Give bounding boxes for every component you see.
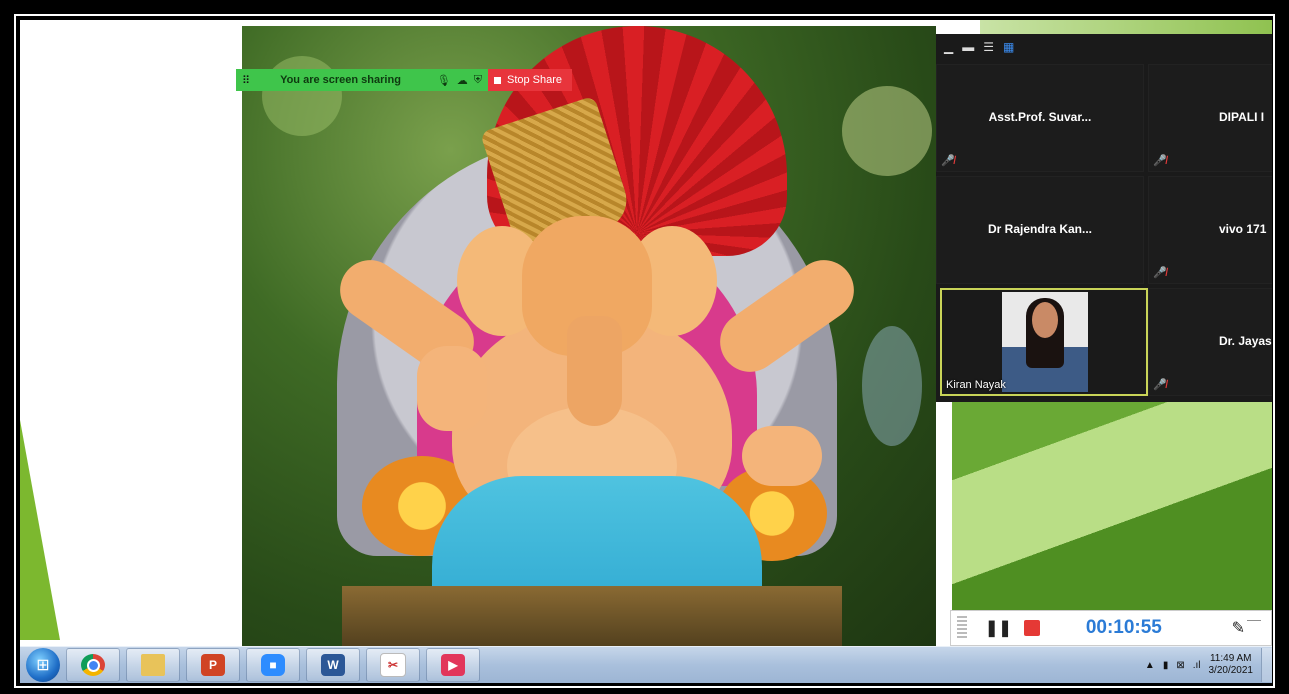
bokeh-light <box>262 56 342 136</box>
minimize-icon[interactable]: — <box>1247 611 1261 627</box>
snipping-tool-icon: ✂ <box>380 653 406 677</box>
clock-date: 3/20/2021 <box>1208 665 1254 676</box>
signal-icon[interactable]: .ıl <box>1193 660 1201 671</box>
participant-name: DIPALI I <box>1219 110 1265 124</box>
gallery-toolbar: ▁ ▬ ☰ ▦ <box>936 34 1272 60</box>
recording-toolbar: ❚❚ 00:10:55 ✎ — <box>950 610 1272 646</box>
taskbar-word[interactable]: W <box>306 648 360 682</box>
participant-name: vivo 171 <box>1219 222 1267 236</box>
taskbar-explorer[interactable] <box>126 648 180 682</box>
sharing-tools: 🎙 ☁ ⛨ <box>437 74 482 87</box>
participant-tile[interactable]: Dr Rajendra Kan... <box>936 176 1144 284</box>
muted-mic-icon: 🎤̸ <box>1153 267 1167 279</box>
bokeh-light <box>842 86 932 176</box>
pause-recording-button[interactable]: ❚❚ <box>985 618 1012 638</box>
drag-handle[interactable] <box>957 616 967 640</box>
gallery-view-icon[interactable]: ▦ <box>1003 40 1014 54</box>
participant-name: Dr. Jayashre <box>1219 334 1272 348</box>
folder-icon <box>141 654 165 676</box>
idol-trunk <box>567 316 622 426</box>
idol-base <box>342 586 842 646</box>
zoom-gallery-panel: ▁ ▬ ☰ ▦ Asst.Prof. Suvar... 🎤̸ DIPALI I … <box>936 34 1272 402</box>
screen-sharing-banner: ⠿ You are screen sharing 🎙 ☁ ⛨ Stop Shar… <box>236 69 572 91</box>
speaker-view-icon[interactable]: ▬ <box>962 40 974 54</box>
participant-name: Asst.Prof. Suvar... <box>988 110 1092 124</box>
word-icon: W <box>321 654 345 676</box>
start-button[interactable]: ⊞ <box>26 648 60 682</box>
sharing-status-label: You are screen sharing <box>280 74 401 86</box>
participant-tile[interactable]: Asst.Prof. Suvar... 🎤̸ <box>936 64 1144 172</box>
ganesha-photo <box>242 26 936 646</box>
bokeh-light <box>862 326 922 446</box>
stop-share-button[interactable]: Stop Share <box>488 69 572 91</box>
hand-right <box>742 426 822 486</box>
pen-icon[interactable]: ✎ <box>1232 618 1245 638</box>
system-tray: ▲ ▮ ⊠ .ıl 11:49 AM 3/20/2021 <box>1145 653 1253 677</box>
hand-blessing <box>417 346 487 431</box>
taskbar-snipping[interactable]: ✂ <box>366 648 420 682</box>
system-clock[interactable]: 11:49 AM 3/20/2021 <box>1209 653 1254 677</box>
participant-tile-active[interactable]: Kiran Nayak <box>940 288 1148 396</box>
minimize-icon[interactable]: ▁ <box>944 40 953 54</box>
slide-decoration-left <box>20 420 60 640</box>
participant-name: Kiran Nayak <box>946 379 1006 391</box>
participant-tile[interactable]: vivo 171 🎤̸ <box>1148 176 1272 284</box>
shield-icon[interactable]: ⛨ <box>474 74 482 87</box>
taskbar-chrome[interactable] <box>66 648 120 682</box>
shared-screen: ⠿ You are screen sharing 🎙 ☁ ⛨ Stop Shar… <box>20 20 1272 646</box>
zoom-icon: ■ <box>261 654 285 676</box>
battery-icon[interactable]: ▮ <box>1163 660 1169 671</box>
grip-icon[interactable]: ⠿ <box>242 74 250 87</box>
recorder-icon: ▶ <box>441 654 465 676</box>
powerpoint-icon: P <box>201 654 225 676</box>
stop-icon <box>494 76 501 84</box>
participant-name: Dr Rajendra Kan... <box>987 222 1093 236</box>
taskbar-recorder[interactable]: ▶ <box>426 648 480 682</box>
taskbar-zoom[interactable]: ■ <box>246 648 300 682</box>
sharing-status[interactable]: ⠿ You are screen sharing 🎙 ☁ ⛨ <box>236 69 488 91</box>
stop-share-label: Stop Share <box>507 74 563 86</box>
strip-view-icon[interactable]: ☰ <box>983 40 994 54</box>
show-hidden-icons-icon[interactable]: ▲ <box>1145 660 1155 671</box>
show-desktop-button[interactable] <box>1261 648 1272 682</box>
stop-recording-button[interactable] <box>1023 620 1040 636</box>
muted-mic-icon: 🎤̸ <box>941 155 955 167</box>
video-person-face <box>1032 302 1058 338</box>
participant-tile[interactable]: Dr. Jayashre 🎤̸ <box>1148 288 1272 396</box>
participant-tile[interactable]: DIPALI I 🎤̸ <box>1148 64 1272 172</box>
cloud-icon[interactable]: ☁ <box>457 74 468 87</box>
recording-timer: 00:10:55 <box>1085 617 1162 638</box>
chrome-icon <box>81 654 105 676</box>
windows-taskbar: ⊞ P ■ W ✂ ▶ ▲ ▮ ⊠ .ıl 11:49 AM 3/20/2021 <box>20 646 1272 683</box>
mute-icon[interactable]: 🎙 <box>437 74 451 87</box>
muted-mic-icon: 🎤̸ <box>1153 379 1167 391</box>
clock-time: 11:49 AM <box>1209 653 1252 664</box>
participant-video <box>1002 292 1088 392</box>
network-error-icon[interactable]: ⊠ <box>1176 660 1184 671</box>
taskbar-powerpoint[interactable]: P <box>186 648 240 682</box>
muted-mic-icon: 🎤̸ <box>1153 155 1167 167</box>
